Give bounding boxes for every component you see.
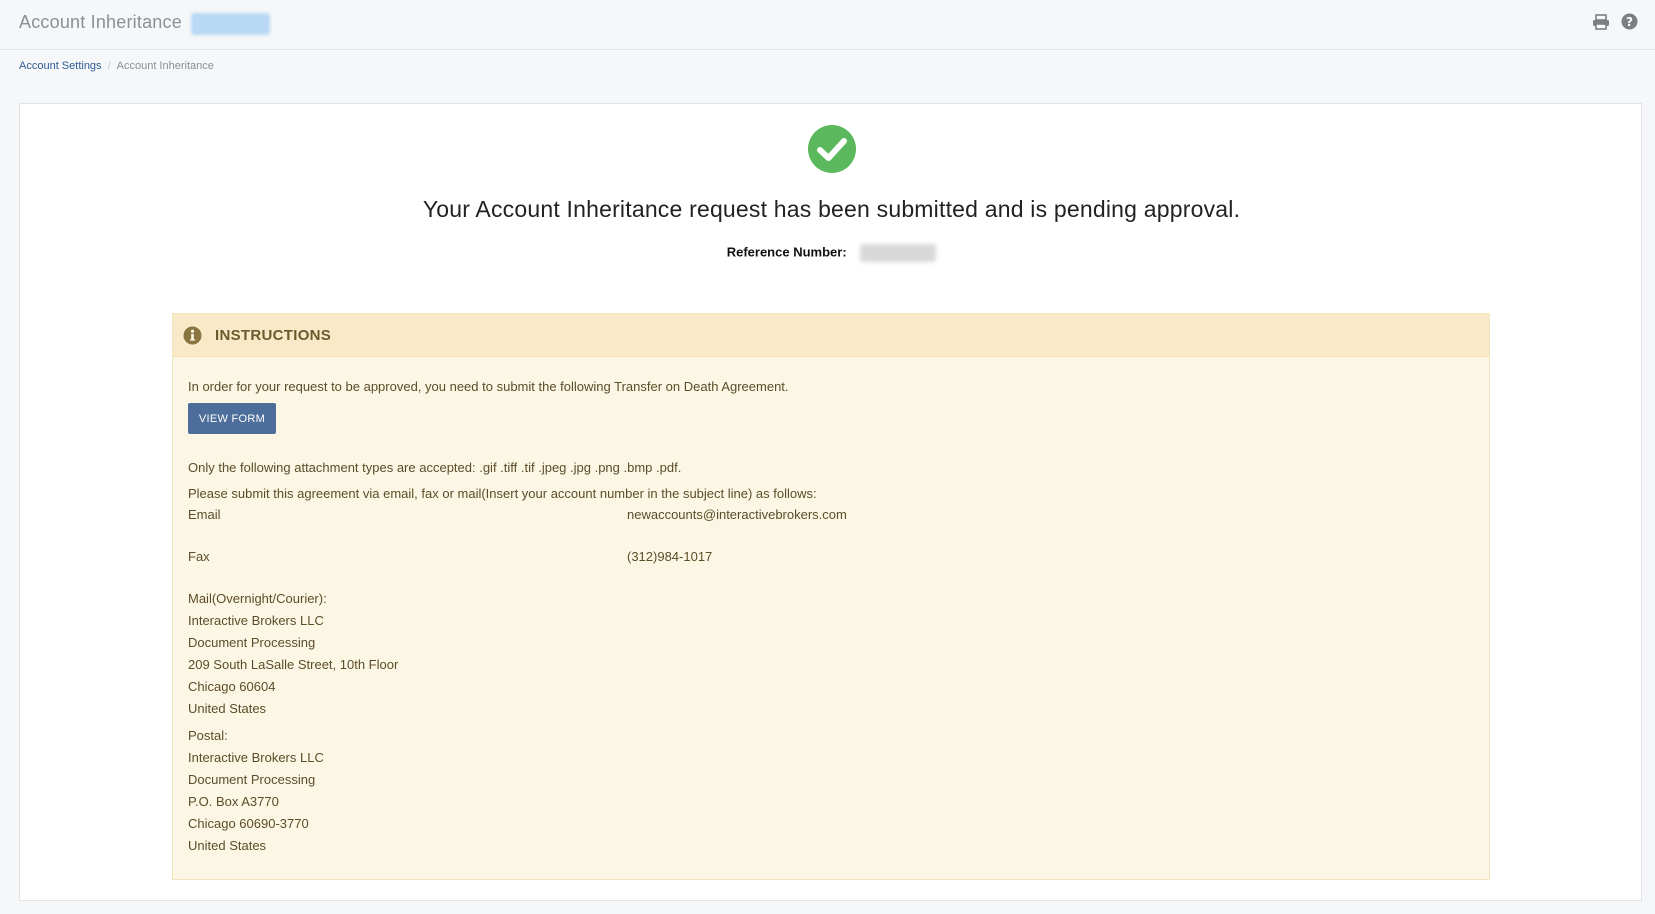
mail-address-line: Chicago 60604 xyxy=(188,679,276,694)
instructions-panel: INSTRUCTIONS In order for your request t… xyxy=(172,313,1490,880)
help-icon[interactable]: ? xyxy=(1620,12,1639,31)
printer-icon[interactable] xyxy=(1591,12,1610,31)
postal-heading: Postal: xyxy=(188,728,228,743)
mail-address-line: United States xyxy=(188,701,267,716)
confirmation-card: Your Account Inheritance request has bee… xyxy=(19,103,1642,901)
check-circle-icon xyxy=(808,125,856,173)
instructions-title: INSTRUCTIONS xyxy=(215,326,332,344)
breadcrumb-current: Account Inheritance xyxy=(116,60,214,72)
postal-address-line: Document Processing xyxy=(188,772,316,787)
instructions-header: INSTRUCTIONS xyxy=(173,314,1489,357)
top-bar: Account Inheritance ? xyxy=(0,0,1655,50)
postal-address-line: United States xyxy=(188,838,267,853)
reference-row: Reference Number: xyxy=(20,244,1643,262)
account-selector[interactable] xyxy=(191,13,270,35)
confirmation-message: Your Account Inheritance request has bee… xyxy=(422,196,1241,222)
reference-label: Reference Number: xyxy=(726,244,847,260)
mail-address-line: 209 South LaSalle Street, 10th Floor xyxy=(188,657,399,672)
mail-address-line: Interactive Brokers LLC xyxy=(188,613,324,628)
submit-note: Please submit this agreement via email, … xyxy=(188,486,817,501)
postal-address-line: Interactive Brokers LLC xyxy=(188,750,324,765)
header-actions: ? xyxy=(1591,12,1639,31)
svg-text:?: ? xyxy=(1626,15,1633,29)
reference-number-redacted xyxy=(860,244,937,262)
intro-text: In order for your request to be approved… xyxy=(188,379,789,394)
postal-address-line: Chicago 60690-3770 xyxy=(188,816,309,831)
fax-value: (312)984-1017 xyxy=(627,549,713,564)
postal-address-line: P.O. Box A3770 xyxy=(188,794,279,809)
page-title: Account Inheritance xyxy=(19,12,182,32)
email-value: newaccounts@interactivebrokers.com xyxy=(627,507,847,522)
breadcrumb-separator: / xyxy=(107,60,111,72)
view-form-button[interactable]: VIEW FORM xyxy=(188,403,276,434)
attachment-note: Only the following attachment types are … xyxy=(188,460,682,475)
breadcrumb-account-settings[interactable]: Account Settings xyxy=(19,60,102,72)
info-circle-icon xyxy=(183,326,202,344)
breadcrumb: Account Settings / Account Inheritance xyxy=(19,60,214,72)
fax-label: Fax xyxy=(188,549,210,564)
mail-address-line: Document Processing xyxy=(188,635,316,650)
mail-heading: Mail(Overnight/Courier): xyxy=(188,591,327,606)
email-label: Email xyxy=(188,507,221,522)
